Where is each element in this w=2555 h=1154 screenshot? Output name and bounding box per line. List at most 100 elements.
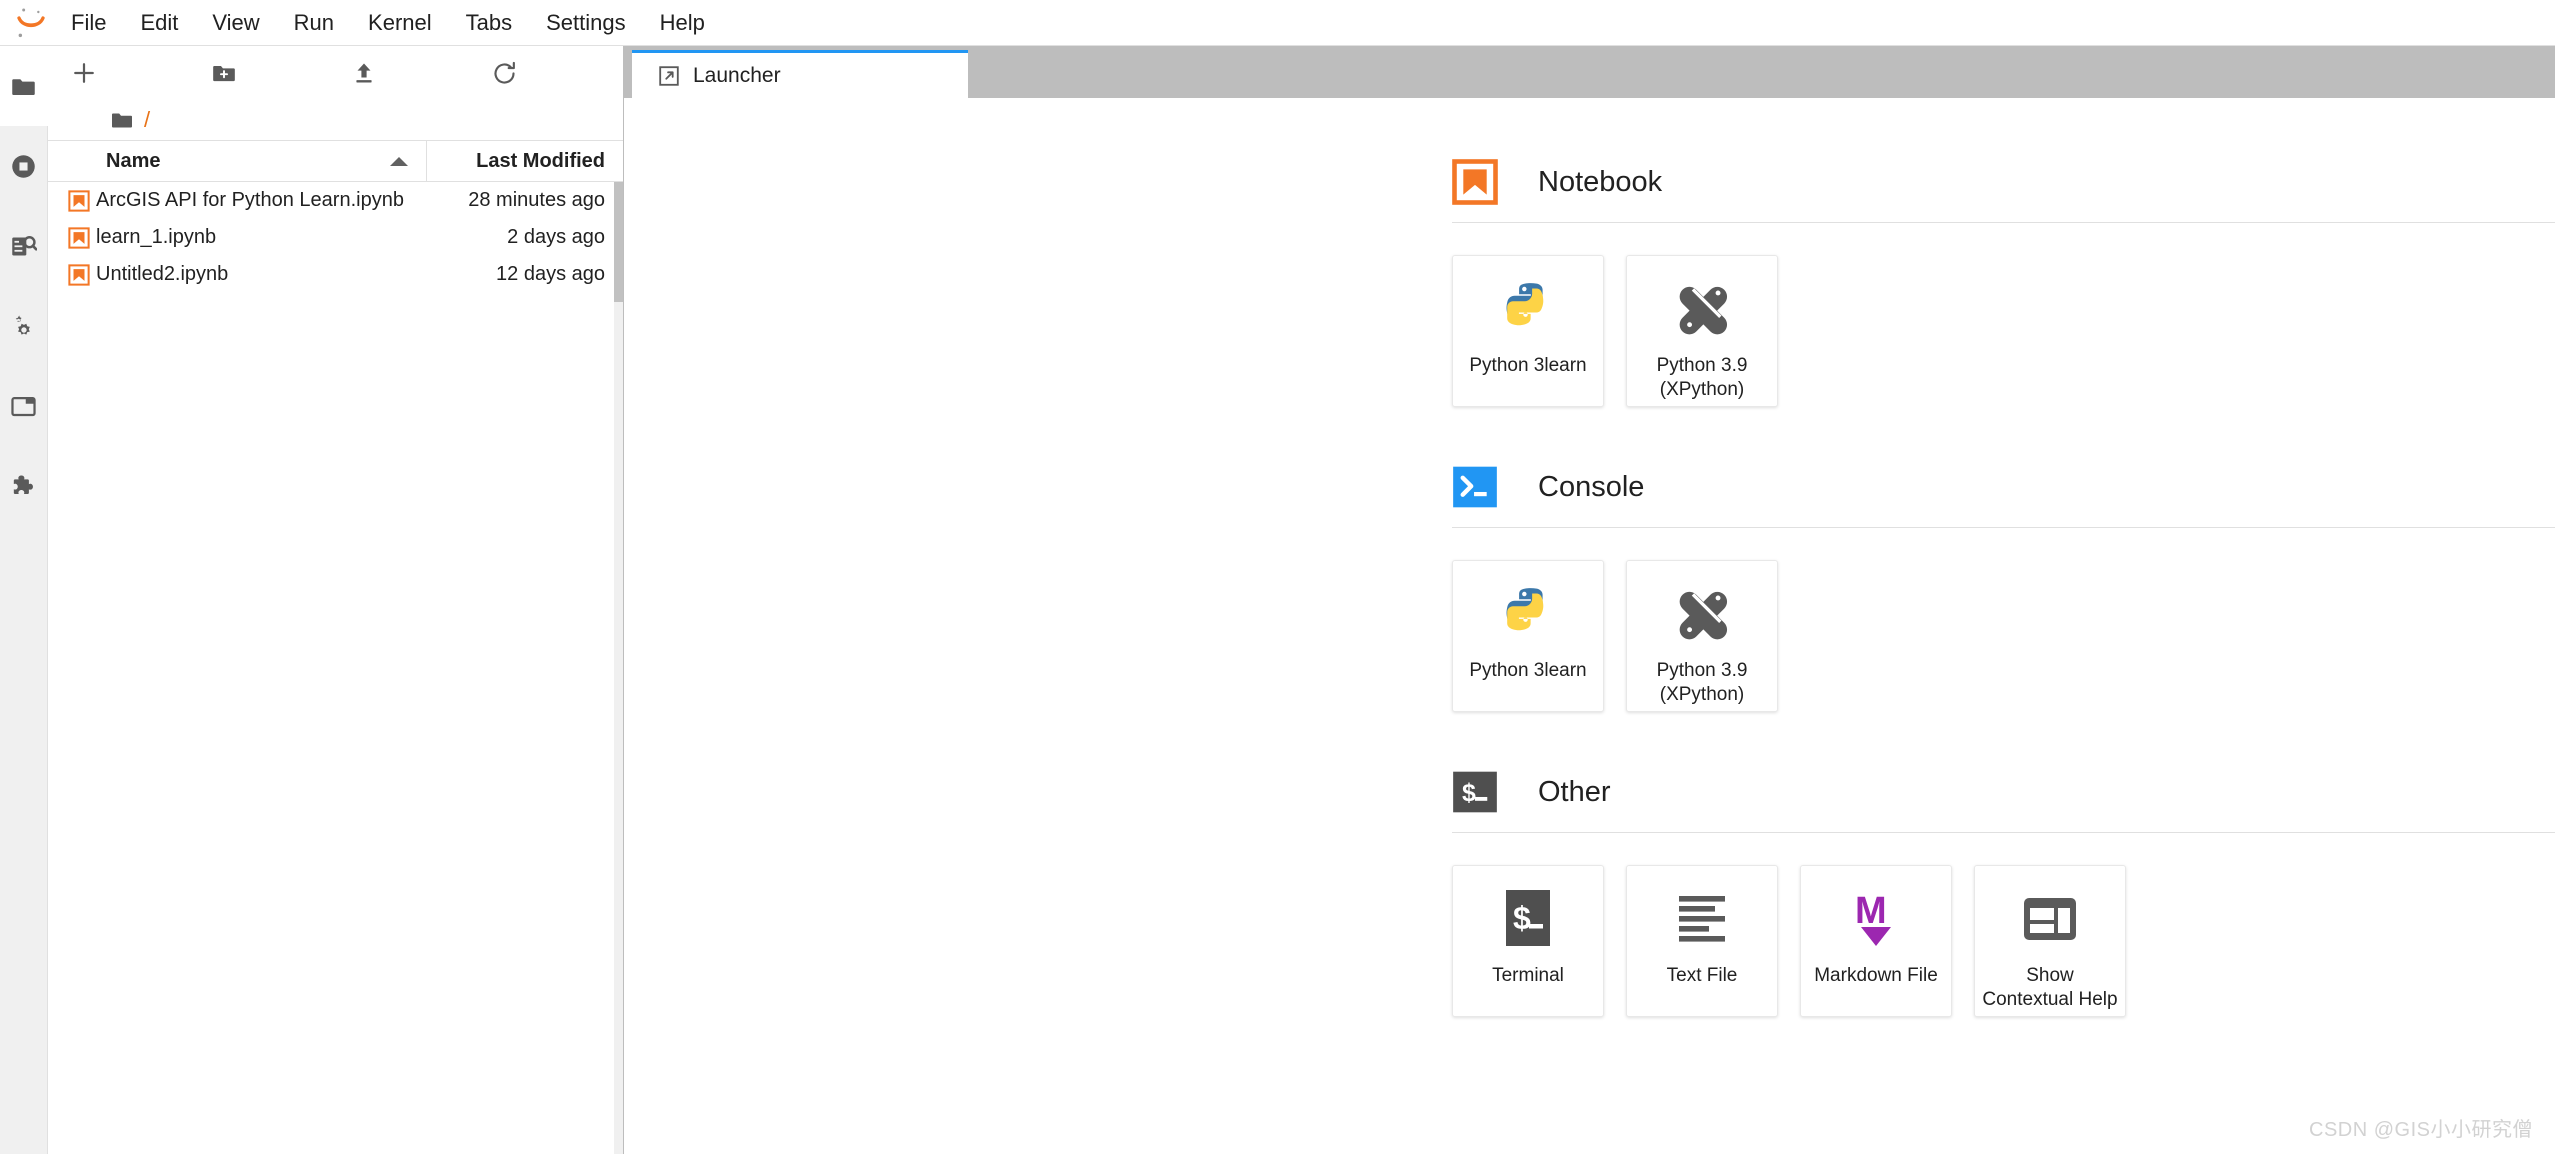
breadcrumb[interactable]: / bbox=[48, 100, 623, 140]
launcher-card-python-39-xpython[interactable]: Python 3.9 (XPython) bbox=[1626, 255, 1778, 407]
text-file-icon bbox=[1671, 888, 1733, 950]
markdown-icon: M bbox=[1845, 888, 1907, 950]
upload-files-button[interactable] bbox=[338, 51, 390, 95]
main-area: Launcher Notebook Python 3learn Python 3… bbox=[624, 46, 2555, 1154]
svg-text:$: $ bbox=[1462, 779, 1476, 807]
section-title: Console bbox=[1538, 470, 1645, 503]
menu-help[interactable]: Help bbox=[643, 5, 722, 41]
svg-text:M: M bbox=[1855, 890, 1887, 932]
file-list: ArcGIS API for Python Learn.ipynb 28 min… bbox=[48, 182, 623, 1154]
terminal-icon: $ bbox=[1497, 888, 1559, 950]
jupyterlab-window: File Edit View Run Kernel Tabs Settings … bbox=[0, 0, 2555, 1154]
section-title: Other bbox=[1538, 775, 1611, 808]
launcher-card-label: Terminal bbox=[1492, 965, 1564, 986]
file-modified: 28 minutes ago bbox=[468, 189, 605, 211]
new-folder-button[interactable] bbox=[198, 51, 250, 95]
contextual-help-icon bbox=[2019, 888, 2081, 950]
watermark: CSDN @GIS小小研究僧 bbox=[2309, 1119, 2533, 1141]
file-list-item[interactable]: learn_1.ipynb 2 days ago bbox=[48, 219, 623, 256]
menu-edit[interactable]: Edit bbox=[123, 5, 195, 41]
section-header: Notebook bbox=[1452, 154, 2495, 210]
tab-label: Launcher bbox=[693, 63, 781, 87]
workspace-body: / Name Last Modified ArcGIS API for Pyth… bbox=[0, 46, 2555, 1154]
launcher-card-contextual-help[interactable]: Show Contextual Help bbox=[1974, 865, 2126, 1017]
file-browser-scrollbar[interactable] bbox=[614, 182, 623, 1154]
notebook-icon bbox=[48, 226, 96, 249]
launcher-section-other: $ Other $ Terminal Text File M Markdown … bbox=[1452, 764, 2555, 1017]
notebook-icon bbox=[48, 263, 96, 286]
launcher-panel: Notebook Python 3learn Python 3.9 (XPyth… bbox=[624, 98, 2555, 1154]
section-header: Console bbox=[1452, 459, 2495, 515]
terminal-icon: $ bbox=[1452, 769, 1498, 815]
notebook-icon bbox=[1452, 159, 1498, 205]
folder-icon bbox=[112, 113, 132, 128]
launcher-card-label: Python 3learn bbox=[1469, 355, 1587, 376]
column-header-name-label: Name bbox=[106, 149, 161, 172]
launcher-card-row: Python 3learn Python 3.9 (XPython) bbox=[1452, 255, 2495, 407]
svg-text:$: $ bbox=[1513, 900, 1531, 936]
tab-launcher[interactable]: Launcher bbox=[632, 50, 968, 98]
launcher-card-label: Python 3.9 (XPython) bbox=[1656, 660, 1748, 705]
menu-view[interactable]: View bbox=[195, 5, 276, 41]
file-browser-panel: / Name Last Modified ArcGIS API for Pyth… bbox=[48, 46, 624, 1154]
launcher-card-label: Python 3.9 (XPython) bbox=[1656, 355, 1748, 400]
launcher-card-label: Show Contextual Help bbox=[1982, 965, 2118, 1010]
refresh-file-list-button[interactable] bbox=[478, 51, 530, 95]
menu-settings[interactable]: Settings bbox=[529, 5, 643, 41]
launcher-icon bbox=[659, 65, 679, 86]
launcher-card-label: Text File bbox=[1666, 965, 1738, 986]
sidebar-item-property-inspector[interactable] bbox=[0, 286, 48, 366]
menu-tabs[interactable]: Tabs bbox=[449, 5, 529, 41]
python-icon bbox=[1497, 278, 1559, 340]
sidebar-item-commands[interactable] bbox=[0, 206, 48, 286]
section-divider bbox=[1452, 222, 2555, 223]
file-name: ArcGIS API for Python Learn.ipynb bbox=[96, 189, 404, 211]
menu-run[interactable]: Run bbox=[277, 5, 351, 41]
notebook-icon bbox=[48, 189, 96, 212]
sidebar-item-extension-manager[interactable] bbox=[0, 446, 48, 526]
launcher-card-row: Python 3learn Python 3.9 (XPython) bbox=[1452, 560, 2495, 712]
file-list-item[interactable]: Untitled2.ipynb 12 days ago bbox=[48, 256, 623, 293]
launcher-card-console-python-39-xpython[interactable]: Python 3.9 (XPython) bbox=[1626, 560, 1778, 712]
launcher-card-terminal[interactable]: $ Terminal bbox=[1452, 865, 1604, 1017]
column-header-last-modified[interactable]: Last Modified bbox=[427, 150, 623, 173]
launcher-card-markdown-file[interactable]: M Markdown File bbox=[1800, 865, 1952, 1017]
section-title: Notebook bbox=[1538, 165, 1663, 198]
launcher-card-python-3learn[interactable]: Python 3learn bbox=[1452, 255, 1604, 407]
python-icon bbox=[1497, 583, 1559, 645]
section-divider bbox=[1452, 832, 2555, 833]
tab-bar: Launcher bbox=[624, 46, 2555, 98]
new-launcher-button[interactable] bbox=[58, 51, 110, 95]
file-browser-toolbar bbox=[48, 46, 623, 100]
xpython-icon bbox=[1671, 278, 1733, 340]
launcher-card-console-python-3learn[interactable]: Python 3learn bbox=[1452, 560, 1604, 712]
jupyter-logo-icon bbox=[8, 3, 54, 43]
launcher-card-text-file[interactable]: Text File bbox=[1626, 865, 1778, 1017]
file-name: learn_1.ipynb bbox=[96, 226, 217, 248]
sidebar-item-running-terminals[interactable] bbox=[0, 126, 48, 206]
file-modified: 12 days ago bbox=[496, 263, 605, 285]
menu-kernel[interactable]: Kernel bbox=[351, 5, 449, 41]
launcher-section-notebook: Notebook Python 3learn Python 3.9 (XPyth… bbox=[1452, 154, 2555, 407]
section-header: $ Other bbox=[1452, 764, 2495, 820]
menu-file[interactable]: File bbox=[54, 5, 123, 41]
file-list-header: Name Last Modified bbox=[48, 140, 623, 182]
xpython-icon bbox=[1671, 583, 1733, 645]
sidebar-item-file-browser[interactable] bbox=[0, 46, 48, 126]
launcher-card-row: $ Terminal Text File M Markdown File Sho… bbox=[1452, 865, 2495, 1017]
file-name: Untitled2.ipynb bbox=[96, 263, 229, 285]
file-browser-scrollbar-thumb[interactable] bbox=[614, 182, 623, 302]
column-header-name[interactable]: Name bbox=[48, 141, 427, 181]
section-divider bbox=[1452, 527, 2555, 528]
breadcrumb-path[interactable]: / bbox=[144, 107, 150, 133]
launcher-card-label: Python 3learn bbox=[1469, 660, 1587, 681]
launcher-section-console: Console Python 3learn Python 3.9 (XPytho… bbox=[1452, 459, 2555, 712]
launcher-card-label: Markdown File bbox=[1814, 965, 1938, 986]
console-icon bbox=[1452, 464, 1498, 510]
file-list-item[interactable]: ArcGIS API for Python Learn.ipynb 28 min… bbox=[48, 182, 623, 219]
sort-ascending-icon bbox=[390, 156, 408, 166]
menubar: File Edit View Run Kernel Tabs Settings … bbox=[0, 0, 2555, 46]
sidebar-item-open-tabs[interactable] bbox=[0, 366, 48, 446]
